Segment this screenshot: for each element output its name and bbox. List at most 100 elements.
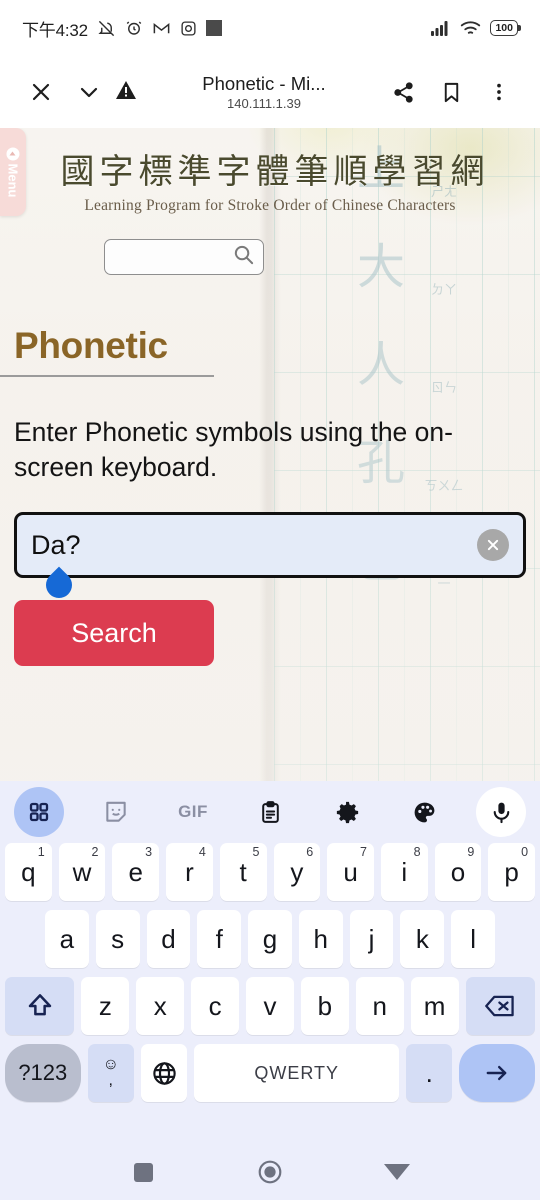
chevron-down-icon[interactable] bbox=[66, 69, 112, 115]
key-i[interactable]: 8i bbox=[380, 843, 428, 901]
key-sup: 3 bbox=[145, 845, 153, 859]
key-label: u bbox=[343, 856, 358, 887]
key-sup: 9 bbox=[467, 845, 475, 859]
key-label: i bbox=[401, 856, 408, 887]
shift-icon[interactable] bbox=[5, 977, 75, 1035]
phonetic-input-wrapper: Da? bbox=[14, 512, 526, 604]
instagram-icon bbox=[180, 20, 197, 37]
backspace-icon[interactable] bbox=[465, 977, 535, 1035]
key-sup: 1 bbox=[37, 845, 45, 859]
search-button[interactable]: Search bbox=[14, 600, 214, 667]
share-icon[interactable] bbox=[380, 69, 426, 115]
key-o[interactable]: 9o bbox=[434, 843, 482, 901]
key-s[interactable]: s bbox=[95, 910, 140, 968]
globe-icon[interactable] bbox=[140, 1044, 188, 1102]
clipboard-icon[interactable] bbox=[245, 787, 295, 837]
status-bar: 下午4:32 100 bbox=[0, 0, 540, 56]
site-title: 國字標準字體筆順學習網 bbox=[60, 152, 490, 192]
palette-icon[interactable] bbox=[399, 787, 449, 837]
clear-icon[interactable] bbox=[477, 529, 509, 562]
key-k[interactable]: k bbox=[400, 910, 445, 968]
sticker-icon[interactable] bbox=[91, 787, 141, 837]
search-icon[interactable] bbox=[232, 243, 255, 271]
microphone-icon[interactable] bbox=[476, 787, 526, 837]
bookmark-icon[interactable] bbox=[428, 69, 474, 115]
key-label: p bbox=[504, 856, 519, 887]
key-sup: 2 bbox=[91, 845, 99, 859]
close-icon[interactable] bbox=[18, 69, 64, 115]
key-f[interactable]: f bbox=[197, 910, 242, 968]
key-b[interactable]: b bbox=[300, 977, 349, 1035]
key-a[interactable]: a bbox=[44, 910, 89, 968]
gmail-icon bbox=[152, 19, 171, 38]
key-label: e bbox=[128, 856, 143, 887]
apps-grid-icon[interactable] bbox=[14, 787, 64, 837]
gear-icon[interactable] bbox=[322, 787, 372, 837]
key-x[interactable]: x bbox=[136, 977, 185, 1035]
system-navigation-bar bbox=[0, 1144, 540, 1200]
site-search-input[interactable] bbox=[104, 239, 264, 275]
key-label: w bbox=[72, 856, 92, 887]
key-y[interactable]: 6y bbox=[273, 843, 321, 901]
key-v[interactable]: v bbox=[246, 977, 294, 1035]
recents-square-icon[interactable] bbox=[120, 1149, 166, 1195]
arrow-right-icon[interactable] bbox=[459, 1044, 535, 1102]
web-page-content: 上 大 人 孔 乙 ㄕㄤ ㄉㄚ ㄖㄣ ㄎㄨㄥ 一 Menu 國字標準字體筆順學習… bbox=[0, 128, 540, 781]
key-sup: 7 bbox=[359, 845, 367, 859]
key-t[interactable]: 5t bbox=[219, 843, 267, 901]
key-label: o bbox=[450, 856, 466, 887]
key-sup: 8 bbox=[413, 845, 421, 859]
signal-icon bbox=[431, 20, 451, 36]
key-u[interactable]: 7u bbox=[327, 843, 374, 901]
space-key[interactable]: QWERTY bbox=[194, 1044, 400, 1102]
emoji-key[interactable]: ☺ , bbox=[87, 1044, 134, 1102]
wifi-icon bbox=[460, 20, 481, 36]
key-z[interactable]: z bbox=[81, 977, 130, 1035]
key-q[interactable]: 1q bbox=[4, 843, 52, 901]
key-sup: 4 bbox=[198, 845, 206, 859]
site-search-row bbox=[0, 239, 540, 275]
key-l[interactable]: l bbox=[451, 910, 496, 968]
hide-keyboard-triangle-icon[interactable] bbox=[374, 1149, 420, 1195]
phonetic-input[interactable]: Da? bbox=[14, 512, 526, 579]
gif-icon[interactable]: GIF bbox=[168, 787, 218, 837]
mute-icon bbox=[97, 19, 116, 38]
alarm-icon bbox=[125, 19, 143, 37]
key-p[interactable]: 0p bbox=[488, 843, 536, 901]
key-sup: 0 bbox=[521, 845, 529, 859]
key-label: t bbox=[239, 856, 247, 887]
status-time: 下午4:32 bbox=[22, 20, 88, 40]
site-subtitle: Learning Program for Stroke Order of Chi… bbox=[84, 197, 456, 214]
key-r[interactable]: 4r bbox=[166, 843, 213, 901]
more-vertical-icon[interactable] bbox=[476, 69, 522, 115]
on-screen-keyboard: GIF 1 q 2 w 3 e 4 r 5 t 6 y 7 u 8 i 9 o … bbox=[0, 781, 540, 1144]
keyboard-row-2: a s d f g h j k l bbox=[0, 910, 540, 968]
app-square-icon bbox=[205, 20, 222, 36]
key-d[interactable]: d bbox=[146, 910, 191, 968]
instruction-text: Enter Phonetic symbols using the on-scre… bbox=[14, 416, 453, 483]
key-e[interactable]: 3e bbox=[112, 843, 160, 901]
heading-divider bbox=[0, 375, 214, 377]
key-n[interactable]: n bbox=[355, 977, 404, 1035]
warning-triangle-icon[interactable] bbox=[114, 78, 138, 107]
key-g[interactable]: g bbox=[248, 910, 292, 968]
browser-page-title: Phonetic - Mi... bbox=[202, 73, 326, 94]
keyboard-row-4: ?123 ☺ , QWERTY . bbox=[0, 1044, 540, 1102]
key-label: y bbox=[290, 856, 304, 887]
address-area[interactable]: Phonetic - Mi... 140.111.1.39 bbox=[114, 73, 378, 111]
key-sup: 6 bbox=[306, 845, 314, 859]
key-c[interactable]: c bbox=[191, 977, 240, 1035]
keyboard-row-3: z x c v b n m bbox=[0, 977, 540, 1035]
browser-url: 140.111.1.39 bbox=[227, 96, 301, 111]
key-h[interactable]: h bbox=[298, 910, 343, 968]
key-j[interactable]: j bbox=[349, 910, 394, 968]
key-m[interactable]: m bbox=[410, 977, 459, 1035]
key-label: r bbox=[185, 856, 194, 887]
gif-label: GIF bbox=[178, 802, 208, 821]
key-w[interactable]: 2w bbox=[58, 843, 106, 901]
symbols-key[interactable]: ?123 bbox=[5, 1044, 81, 1102]
period-key[interactable]: . bbox=[406, 1044, 453, 1102]
page-heading: Phonetic bbox=[14, 325, 168, 366]
home-circle-icon[interactable] bbox=[247, 1149, 293, 1195]
battery-icon: 100 bbox=[490, 19, 520, 37]
